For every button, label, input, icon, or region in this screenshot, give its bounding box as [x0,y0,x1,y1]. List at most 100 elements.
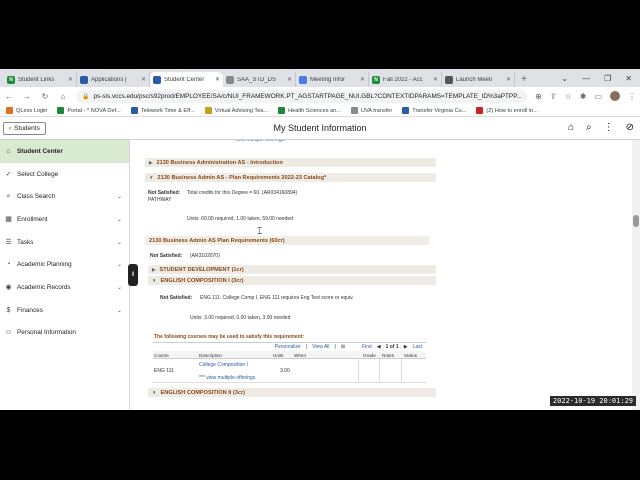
bookmark-icon [476,107,484,114]
close-icon[interactable]: ✕ [625,74,632,83]
scrollbar-thumb[interactable] [633,215,639,227]
grid-export-icon[interactable]: ⊞ [341,344,345,350]
reload-icon[interactable]: ↻ [40,92,50,101]
bookmark-item[interactable]: Transfer Virginia Cu... [402,107,466,114]
bookmark-label: Health Sciences an... [288,107,341,114]
last-link[interactable]: Last [413,344,422,350]
more-vertical-icon[interactable]: ⋮ [604,122,614,133]
header-actions: ⌂ ⌕ ⋮ ⊘ [568,122,634,133]
collapse-sidebar-handle[interactable]: ‖ [128,264,138,286]
bookmark-icon [278,107,286,114]
sidebar-item-personal-information[interactable]: ☺ Personal Information [0,322,129,345]
sidebar-item-finances[interactable]: $ Finances ⌄ [0,299,129,322]
row-description-link[interactable]: College Composition I [199,362,248,368]
view-multiple-offerings-link-top[interactable]: view multiple offerings [235,140,284,143]
close-icon[interactable]: ✕ [506,76,511,83]
sidebar-item-class-search[interactable]: ⌕ Class Search ⌄ [0,185,129,208]
not-satisfied-label: Not Satisfied: [150,253,183,259]
bookmark-icon [204,107,212,114]
section-english-composition-1[interactable]: ▼ ENGLISH COMPOSITION I (3cr) [148,276,436,285]
home-icon[interactable]: ⌂ [58,92,68,101]
bookmark-item[interactable]: QLess Login [6,107,47,114]
records-icon: ◉ [5,284,12,292]
section-student-development[interactable]: ▶ STUDENT DEVELOPMENT (1cr) [148,265,436,274]
tab-favicon-icon: N [372,75,380,84]
page-range: 1 of 1 [385,344,399,350]
share-icon[interactable]: ⇪ [550,92,557,101]
browser-tab[interactable]: Meeting Infor ✕ [296,72,369,87]
sidepanel-icon[interactable]: ▭ [594,92,602,101]
search-icon[interactable]: ⌕ [586,122,592,133]
avatar[interactable] [610,91,620,101]
tab-label: SAA_STD_DS [237,76,277,83]
close-icon[interactable]: ✕ [141,76,146,83]
course-grid-header: Course Description Units When Grade Note… [153,351,426,359]
zoom-icon[interactable]: ⊕ [535,92,542,101]
sidebar-item-label: Select College [17,170,59,178]
section-english-composition-2[interactable]: ▼ ENGLISH COMPOSITION II (3cr) [148,388,436,397]
sidebar-item-select-college[interactable]: ✓ Select College [0,163,129,186]
sidebar-item-enrollment[interactable]: ▦ Enrollment ⌄ [0,208,129,231]
chevron-down-icon[interactable]: ⌄ [561,74,568,83]
sidebar-item-student-center[interactable]: ⌂ Student Center [0,140,129,163]
page-title: My Student Information [273,123,367,133]
col-description: Description [199,352,222,358]
close-icon[interactable]: ✕ [215,76,220,83]
browser-tab[interactable]: N Student Links ✕ [4,72,77,87]
bookmark-item[interactable]: Telework Time & Eff... [130,107,195,114]
minimize-icon[interactable]: — [582,74,590,83]
first-link[interactable]: First [362,344,372,350]
not-satisfied-label: Not Satisfied: [148,190,181,196]
navbar-icon[interactable]: ⊘ [626,122,634,133]
personalize-link[interactable]: Personalize [275,344,301,350]
browser-tab[interactable]: N Fall 2022 - Acc ✕ [369,72,442,87]
back-arrow-icon[interactable]: ← [4,92,14,101]
next-arrow-icon[interactable]: ▶ [404,344,408,350]
chevron-down-icon: ⌄ [116,216,122,223]
grid-divider [358,359,359,383]
forward-arrow-icon[interactable]: → [22,92,32,101]
extensions-icon[interactable]: ✱ [580,92,587,101]
restore-icon[interactable]: ❐ [604,74,611,83]
sidebar-item-tasks[interactable]: ☰ Tasks ⌄ [0,231,129,254]
sidebar-item-label: Enrollment [17,215,48,223]
bookmark-label: Portal - * NOVA Def... [67,107,121,114]
check-icon: ✓ [5,171,12,179]
close-icon[interactable]: ✕ [360,76,365,83]
section-plan-requirements-catalog[interactable]: ▼ 2130 Business Admin AS - Plan Requirem… [145,173,436,182]
browser-tab[interactable]: Applications | ✕ [77,72,150,87]
sidebar-item-academic-records[interactable]: ◉ Academic Records ⌄ [0,276,129,299]
home-icon[interactable]: ⌂ [568,122,574,133]
bookmark-icon [350,107,358,114]
finances-icon: $ [6,306,11,314]
view-all-link[interactable]: View All [312,344,329,350]
browser-tab[interactable]: SAA_STD_DS ✕ [223,72,296,87]
new-tab-plus-icon[interactable]: + [515,72,533,87]
close-icon[interactable]: ✕ [433,76,438,83]
close-icon[interactable]: ✕ [68,76,73,83]
tab-favicon-icon [80,75,88,84]
url-field[interactable]: 🔒 ps-sis.vccs.edu/psc/s92prod/EMPLOYEE/S… [76,89,528,103]
bookmark-icon [130,107,138,114]
bookmark-item[interactable]: (2) How to enroll in... [476,107,538,114]
bookmark-item[interactable]: Health Sciences an... [278,107,341,114]
bookmark-icon [57,107,65,114]
sidebar-item-academic-planning[interactable]: ◔ Academic Planning ⌄ [0,253,129,276]
menu-icon[interactable]: ⋮ [628,92,636,101]
bookmark-item[interactable]: UVA transfer [350,107,392,114]
section-introduction[interactable]: ▶ 2130 Business Administration AS - Intr… [145,158,436,167]
page-scrollbar[interactable] [632,140,640,410]
recording-timestamp: 2022-10-19 20:01:29 [549,396,636,406]
eng111-requirement-text: ENG 111: College Comp I. ENG 111 require… [200,295,354,301]
tab-favicon-icon [445,75,453,84]
bookmarks-bar: QLess Login Portal - * NOVA Def... Telewor… [0,105,640,117]
close-icon[interactable]: ✕ [287,76,292,83]
browser-tab[interactable]: Launch Meeti ✕ [442,72,515,87]
prev-arrow-icon[interactable]: ◀ [377,344,381,350]
bookmark-item[interactable]: Portal - * NOVA Def... [57,107,121,114]
star-icon[interactable]: ☆ [565,92,572,101]
view-multiple-offerings-link[interactable]: *** view multiple offerings [199,375,255,381]
browser-tab[interactable]: Student Center ✕ [150,72,223,87]
home-icon: ⌂ [6,147,11,155]
bookmark-item[interactable]: Virtual Advising Tea... [204,107,268,114]
